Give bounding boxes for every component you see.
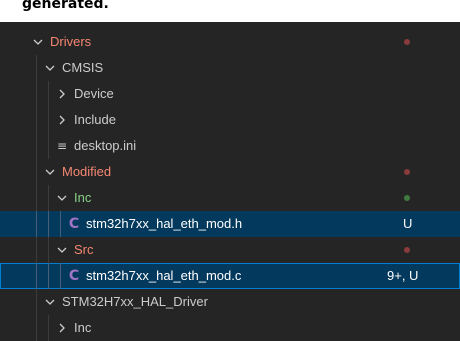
chevron-down-icon xyxy=(54,185,70,211)
indent-guide xyxy=(48,263,49,289)
indent-guide xyxy=(48,211,49,237)
chevron-down-icon xyxy=(42,159,58,185)
tree-item-device[interactable]: Device xyxy=(0,81,460,107)
chevron-down-icon xyxy=(42,55,58,81)
tree-item-desktop-ini[interactable]: ≡ desktop.ini xyxy=(0,133,460,159)
untracked-dot-icon xyxy=(404,195,410,201)
indent-guide xyxy=(48,107,49,133)
tree-item-label: Include xyxy=(74,112,116,127)
indent-guide xyxy=(60,211,61,237)
tree-item-label: CMSIS xyxy=(62,60,104,75)
chevron-right-icon xyxy=(54,81,70,107)
tree-item-include[interactable]: Include xyxy=(0,107,460,133)
indent-guide xyxy=(36,55,37,81)
tree-item-label: Drivers xyxy=(50,34,92,49)
cropped-heading-text: generated. xyxy=(0,0,460,22)
indent-guide xyxy=(48,315,49,341)
tree-item-eth-mod-c[interactable]: C stm32h7xx_hal_eth_mod.c 9+, U xyxy=(0,263,460,289)
tree-item-drivers[interactable]: Drivers xyxy=(0,29,460,55)
c-file-icon: C xyxy=(68,268,80,284)
chevron-right-icon xyxy=(54,315,70,341)
indent-guide xyxy=(48,185,49,211)
chevron-down-icon xyxy=(42,289,58,315)
indent-guide xyxy=(36,133,37,159)
tree-item-label: Inc xyxy=(74,190,92,205)
tree-item-label: Device xyxy=(74,86,114,101)
tree-item-cmsis[interactable]: CMSIS xyxy=(0,55,460,81)
c-file-icon: C xyxy=(68,216,80,232)
indent-guide xyxy=(36,159,37,185)
text-lines-icon: ≡ xyxy=(56,139,68,153)
tree-item-hal-inc[interactable]: Inc xyxy=(0,315,460,341)
modified-dot-icon xyxy=(404,247,410,253)
tree-item-hal-driver[interactable]: STM32H7xx_HAL_Driver xyxy=(0,289,460,315)
tree-item-label: stm32h7xx_hal_eth_mod.c xyxy=(86,268,242,283)
modified-dot-icon xyxy=(404,169,410,175)
indent-guide xyxy=(36,315,37,341)
indent-guide xyxy=(36,107,37,133)
chevron-right-icon xyxy=(54,107,70,133)
indent-guide xyxy=(36,263,37,289)
tree-item-eth-mod-h[interactable]: C stm32h7xx_hal_eth_mod.h U xyxy=(0,211,460,237)
indent-guide xyxy=(36,81,37,107)
git-status-badge: U xyxy=(403,216,413,231)
tree-item-label: STM32H7xx_HAL_Driver xyxy=(62,294,208,309)
indent-guide xyxy=(48,237,49,263)
indent-guide xyxy=(48,133,49,159)
tree-item-label: stm32h7xx_hal_eth_mod.h xyxy=(86,216,243,231)
chevron-down-icon xyxy=(30,29,46,55)
tree-item-modified[interactable]: Modified xyxy=(0,159,460,185)
tree-item-label: desktop.ini xyxy=(74,138,137,153)
chevron-down-icon xyxy=(54,237,70,263)
explorer-tree: STM32 \ STM32CubeMX Drivers CMSIS Device xyxy=(0,0,460,341)
git-status-badge: 9+, U xyxy=(387,268,419,283)
indent-guide xyxy=(48,81,49,107)
indent-guide xyxy=(36,289,37,315)
indent-guide xyxy=(36,237,37,263)
heading-text: generated. xyxy=(22,0,109,12)
tree-item-label: Src xyxy=(74,242,94,257)
indent-guide xyxy=(36,185,37,211)
tree-item-label: Inc xyxy=(74,320,92,335)
tree-item-src[interactable]: Src xyxy=(0,237,460,263)
indent-guide xyxy=(36,211,37,237)
tree-item-label: Modified xyxy=(62,164,112,179)
tree-item-inc[interactable]: Inc xyxy=(0,185,460,211)
modified-dot-icon xyxy=(404,39,410,45)
indent-guide xyxy=(60,263,61,289)
